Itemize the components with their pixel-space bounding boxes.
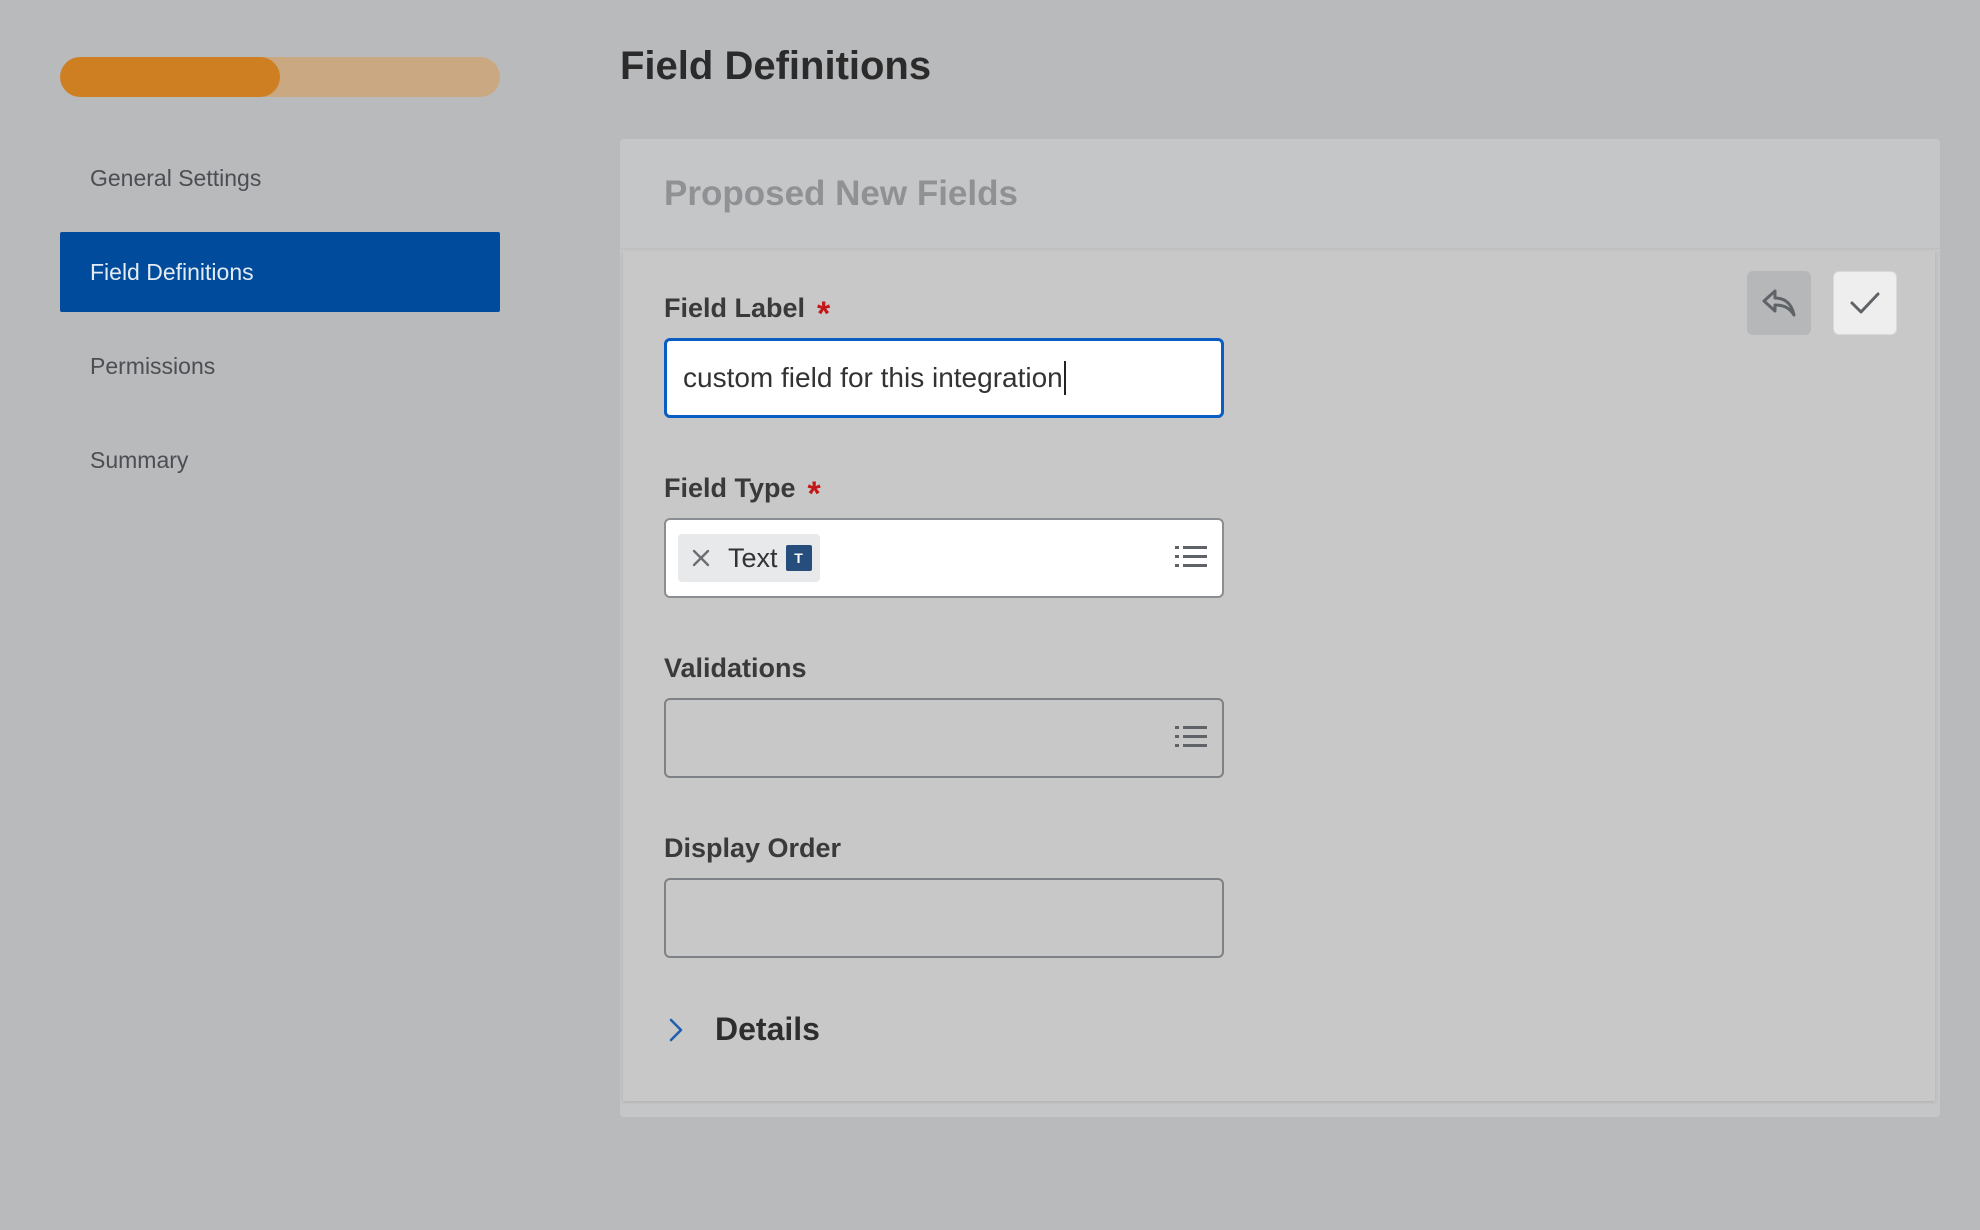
- proposed-fields-panel: Proposed New Fields Field Label * custom…: [620, 139, 1940, 1117]
- nav-item-summary[interactable]: Summary: [60, 420, 500, 500]
- undo-button[interactable]: [1747, 271, 1811, 335]
- nav-item-field-definitions[interactable]: Field Definitions: [60, 232, 500, 312]
- validations-label: Validations: [664, 653, 807, 683]
- details-toggle[interactable]: Details: [667, 1011, 820, 1048]
- details-label: Details: [715, 1011, 820, 1047]
- selected-field-type-chip: Text T: [678, 534, 820, 582]
- field-edit-card: Field Label * Field Type *: [623, 251, 1935, 1101]
- display-order-group: Display Order: [664, 833, 1224, 958]
- field-type-group: Field Type * Text T: [664, 473, 1224, 598]
- save-button[interactable]: [1833, 271, 1897, 335]
- required-mark: *: [817, 294, 831, 333]
- list-prompt-icon[interactable]: [1174, 722, 1208, 757]
- display-order-input-box: [664, 878, 1224, 958]
- reply-arrow-icon: [1762, 289, 1796, 317]
- validations-group: Validations: [664, 653, 1224, 778]
- chevron-right-icon: [669, 1018, 683, 1041]
- progress-bar-fill: [60, 57, 280, 97]
- step-navigation: General Settings Field Definitions Permi…: [60, 138, 500, 514]
- text-caret: [1063, 361, 1066, 395]
- validations-prompt[interactable]: [664, 698, 1224, 778]
- chip-label: Text: [728, 542, 778, 573]
- field-label-label: Field Label: [664, 293, 806, 323]
- panel-title: Proposed New Fields: [620, 139, 1940, 249]
- field-type-label: Field Type: [664, 473, 796, 503]
- field-type-prompt[interactable]: Text T: [664, 518, 1224, 598]
- required-mark: *: [807, 474, 821, 513]
- row-actions: [1747, 271, 1897, 335]
- nav-item-general-settings[interactable]: General Settings: [60, 138, 500, 218]
- checkmark-icon: [1850, 292, 1880, 314]
- text-type-badge: T: [785, 545, 812, 571]
- field-label-input[interactable]: [667, 341, 1221, 415]
- field-label-group: Field Label *: [664, 293, 1224, 418]
- page-title: Field Definitions: [620, 44, 932, 88]
- field-label-input-box: [664, 338, 1224, 418]
- progress-bar: [60, 57, 500, 97]
- close-icon[interactable]: [692, 549, 710, 567]
- display-order-input[interactable]: [666, 880, 1222, 956]
- list-prompt-icon[interactable]: [1174, 542, 1208, 577]
- display-order-label: Display Order: [664, 833, 842, 863]
- nav-item-permissions[interactable]: Permissions: [60, 326, 500, 406]
